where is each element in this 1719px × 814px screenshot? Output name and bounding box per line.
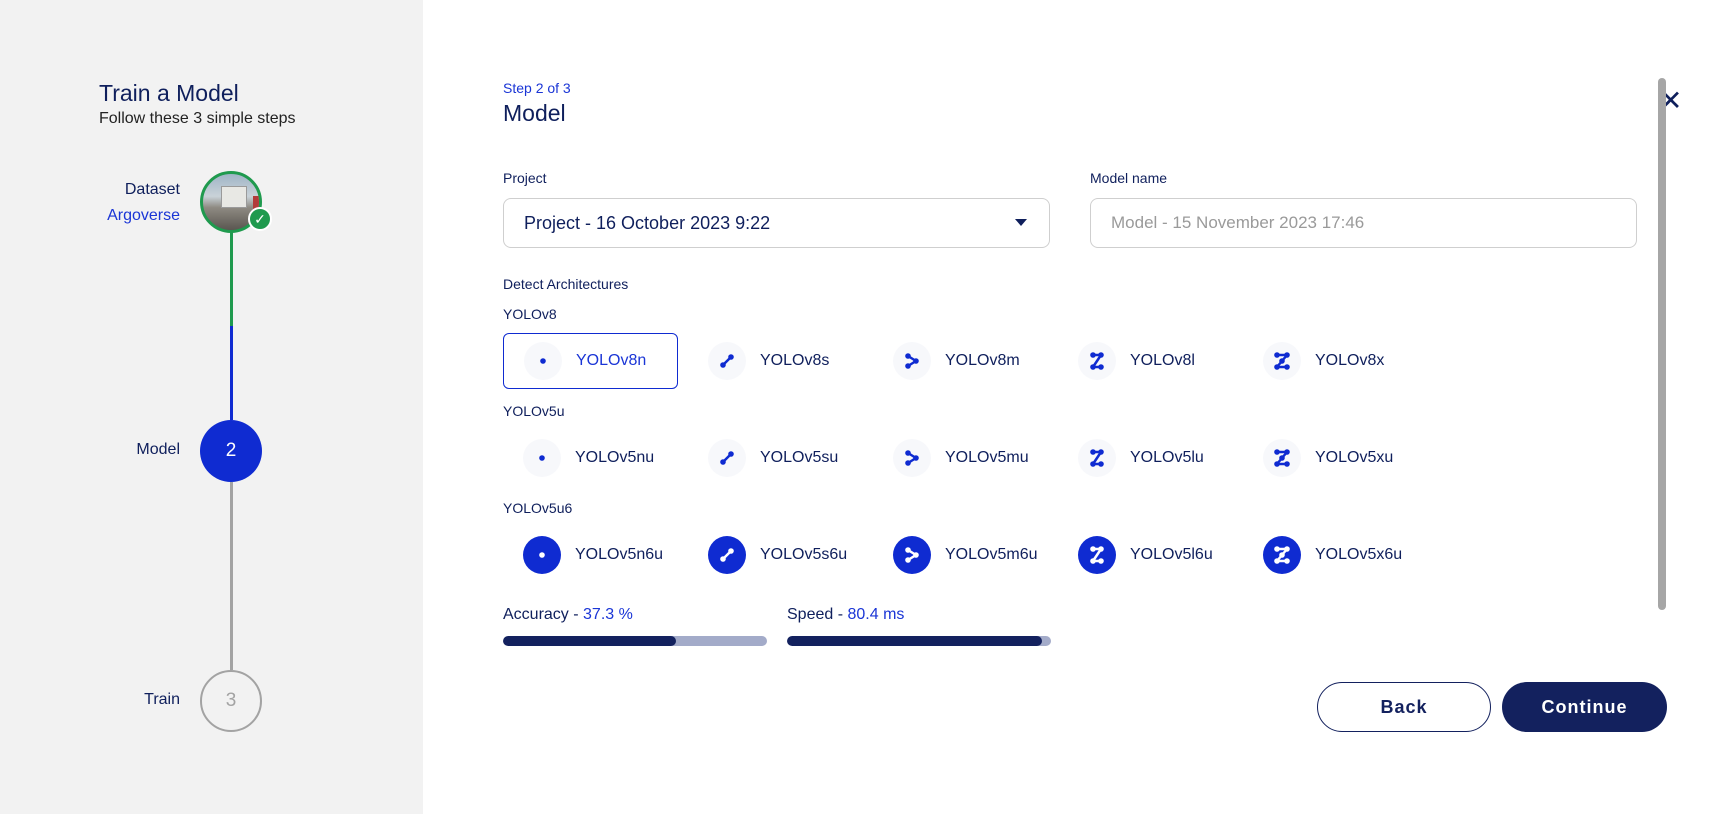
steps-sidebar: Train a Model Follow these 3 simple step…	[0, 0, 423, 814]
arch-option-yolov5x6u[interactable]: YOLOv5x6u	[1243, 527, 1418, 583]
arch-option-yolov8l[interactable]: YOLOv8l	[1058, 333, 1233, 389]
model-size-icon	[893, 342, 931, 380]
arch-option-label: YOLOv8s	[760, 352, 830, 369]
model-size-icon	[523, 439, 561, 477]
accuracy-label: Accuracy - 37.3 %	[503, 606, 633, 624]
arch-option-label: YOLOv5mu	[945, 449, 1029, 466]
arch-option-yolov8n[interactable]: YOLOv8n	[503, 333, 678, 389]
progress-line-completed	[230, 232, 233, 420]
back-button[interactable]: Back	[1317, 682, 1491, 732]
arch-option-label: YOLOv8x	[1315, 352, 1385, 369]
page-title: Model	[503, 100, 566, 126]
arch-option-yolov8s[interactable]: YOLOv8s	[688, 333, 863, 389]
arch-option-label: YOLOv5xu	[1315, 449, 1394, 466]
model-size-icon	[1263, 439, 1301, 477]
arch-option-yolov5m6u[interactable]: YOLOv5m6u	[873, 527, 1048, 583]
accuracy-bar-fill	[503, 636, 676, 646]
step-dataset-name[interactable]: Argoverse	[107, 207, 180, 225]
model-size-icon	[1263, 536, 1301, 574]
speed-value: 80.4 ms	[847, 606, 905, 623]
arch-option-yolov5l6u[interactable]: YOLOv5l6u	[1058, 527, 1233, 583]
arch-option-label: YOLOv5lu	[1130, 449, 1204, 466]
arch-option-yolov5su[interactable]: YOLOv5su	[688, 430, 863, 486]
accuracy-value: 37.3 %	[583, 606, 633, 623]
arch-option-yolov5mu[interactable]: YOLOv5mu	[873, 430, 1048, 486]
step-number-train: 3	[200, 670, 262, 732]
model-size-icon	[1263, 342, 1301, 380]
arch-option-label: YOLOv5l6u	[1130, 546, 1213, 563]
arch-option-label: YOLOv5nu	[575, 449, 655, 466]
model-step-panel: Step 2 of 3 Model ✕ Project Project - 16…	[423, 0, 1719, 814]
step-counter: Step 2 of 3	[503, 80, 571, 96]
arch-option-label: YOLOv8m	[945, 352, 1020, 369]
model-size-icon	[893, 439, 931, 477]
group-title-yolov8: YOLOv8	[503, 306, 557, 322]
arch-option-label: YOLOv8n	[576, 352, 647, 369]
group-title-yolov5u6: YOLOv5u6	[503, 500, 573, 516]
project-select[interactable]: Project - 16 October 2023 9:22	[503, 198, 1050, 248]
caret-down-icon	[1015, 219, 1027, 226]
project-select-value: Project - 16 October 2023 9:22	[524, 212, 771, 233]
sidebar-title: Train a Model	[99, 80, 239, 106]
step-number-model: 2	[200, 420, 262, 482]
speed-label: Speed - 80.4 ms	[787, 606, 904, 624]
model-size-icon	[523, 536, 561, 574]
speed-bar-fill	[787, 636, 1042, 646]
scrollbar[interactable]	[1658, 78, 1666, 610]
model-size-icon	[1078, 536, 1116, 574]
speed-label-text: Speed -	[787, 606, 848, 623]
arch-option-label: YOLOv5s6u	[760, 546, 848, 563]
arch-option-yolov8x[interactable]: YOLOv8x	[1243, 333, 1418, 389]
model-size-icon	[1078, 342, 1116, 380]
arch-option-yolov5nu[interactable]: YOLOv5nu	[503, 430, 678, 486]
model-name-label: Model name	[1090, 170, 1168, 186]
progress-line-pending	[230, 482, 233, 670]
continue-button[interactable]: Continue	[1502, 682, 1667, 732]
accuracy-bar	[503, 636, 767, 646]
arch-option-yolov5s6u[interactable]: YOLOv5s6u	[688, 527, 863, 583]
check-icon: ✓	[248, 207, 272, 231]
arch-option-yolov5lu[interactable]: YOLOv5lu	[1058, 430, 1233, 486]
step-label-model: Model	[136, 441, 180, 458]
accuracy-label-text: Accuracy -	[503, 606, 584, 623]
architectures-label: Detect Architectures	[503, 276, 629, 292]
arch-option-label: YOLOv8l	[1130, 352, 1195, 369]
model-size-icon	[893, 536, 931, 574]
speed-bar	[787, 636, 1051, 646]
project-label: Project	[503, 170, 547, 186]
group-title-yolov5u: YOLOv5u	[503, 403, 565, 419]
sidebar-subtitle: Follow these 3 simple steps	[99, 110, 296, 127]
model-name-input[interactable]	[1090, 198, 1637, 248]
arch-option-yolov8m[interactable]: YOLOv8m	[873, 333, 1048, 389]
model-size-icon	[708, 342, 746, 380]
arch-option-yolov5n6u[interactable]: YOLOv5n6u	[503, 527, 678, 583]
model-size-icon	[708, 536, 746, 574]
arch-option-yolov5xu[interactable]: YOLOv5xu	[1243, 430, 1418, 486]
model-size-icon	[1078, 439, 1116, 477]
step-label-dataset: Dataset	[124, 181, 180, 198]
arch-option-label: YOLOv5su	[760, 449, 839, 466]
arch-option-label: YOLOv5x6u	[1315, 546, 1403, 563]
arch-option-label: YOLOv5n6u	[575, 546, 664, 563]
thumbnail-building	[221, 186, 247, 208]
model-size-icon	[524, 342, 562, 380]
model-size-icon	[708, 439, 746, 477]
arch-option-label: YOLOv5m6u	[945, 546, 1038, 563]
step-label-train: Train	[144, 691, 180, 708]
